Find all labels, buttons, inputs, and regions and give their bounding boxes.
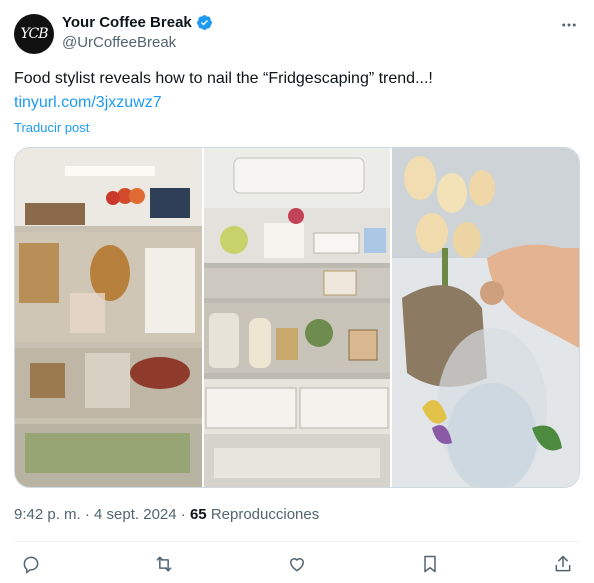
views-count: 65: [189, 506, 207, 523]
tweet-text: Food stylist reveals how to nail the “Fr…: [14, 70, 433, 87]
action-bar: [14, 552, 580, 576]
translate-link[interactable]: Traducir post: [14, 120, 89, 135]
meta-separator: ·: [84, 506, 90, 523]
like-icon[interactable]: [286, 553, 308, 575]
media-image-2[interactable]: [204, 148, 390, 488]
divider: [14, 541, 580, 542]
reply-icon[interactable]: [20, 553, 42, 575]
author-name-row: Your Coffee Break: [62, 14, 213, 31]
author-display-name[interactable]: Your Coffee Break: [62, 14, 192, 31]
tweet-meta: 9:42 p. m. · 4 sept. 2024 · 65 Reproducc…: [14, 506, 319, 523]
verified-badge-icon: [196, 15, 212, 30]
share-icon[interactable]: [552, 553, 574, 575]
more-icon[interactable]: [558, 14, 580, 36]
avatar[interactable]: YCB: [14, 14, 54, 54]
media-image-1[interactable]: [15, 148, 202, 488]
avatar-initials: YCB: [20, 26, 49, 42]
tweet-link[interactable]: tinyurl.com/3jxzuwz7: [14, 94, 162, 112]
tweet-date[interactable]: 4 sept. 2024: [94, 506, 177, 523]
views-label: Reproducciones: [210, 506, 320, 523]
repost-icon[interactable]: [153, 553, 175, 575]
tweet-time[interactable]: 9:42 p. m.: [14, 506, 81, 523]
bookmark-icon[interactable]: [419, 553, 441, 575]
media-gallery[interactable]: [14, 147, 580, 488]
media-image-3[interactable]: [392, 148, 579, 488]
meta-separator-2: ·: [180, 506, 186, 523]
author-handle[interactable]: @UrCoffeeBreak: [62, 34, 176, 51]
